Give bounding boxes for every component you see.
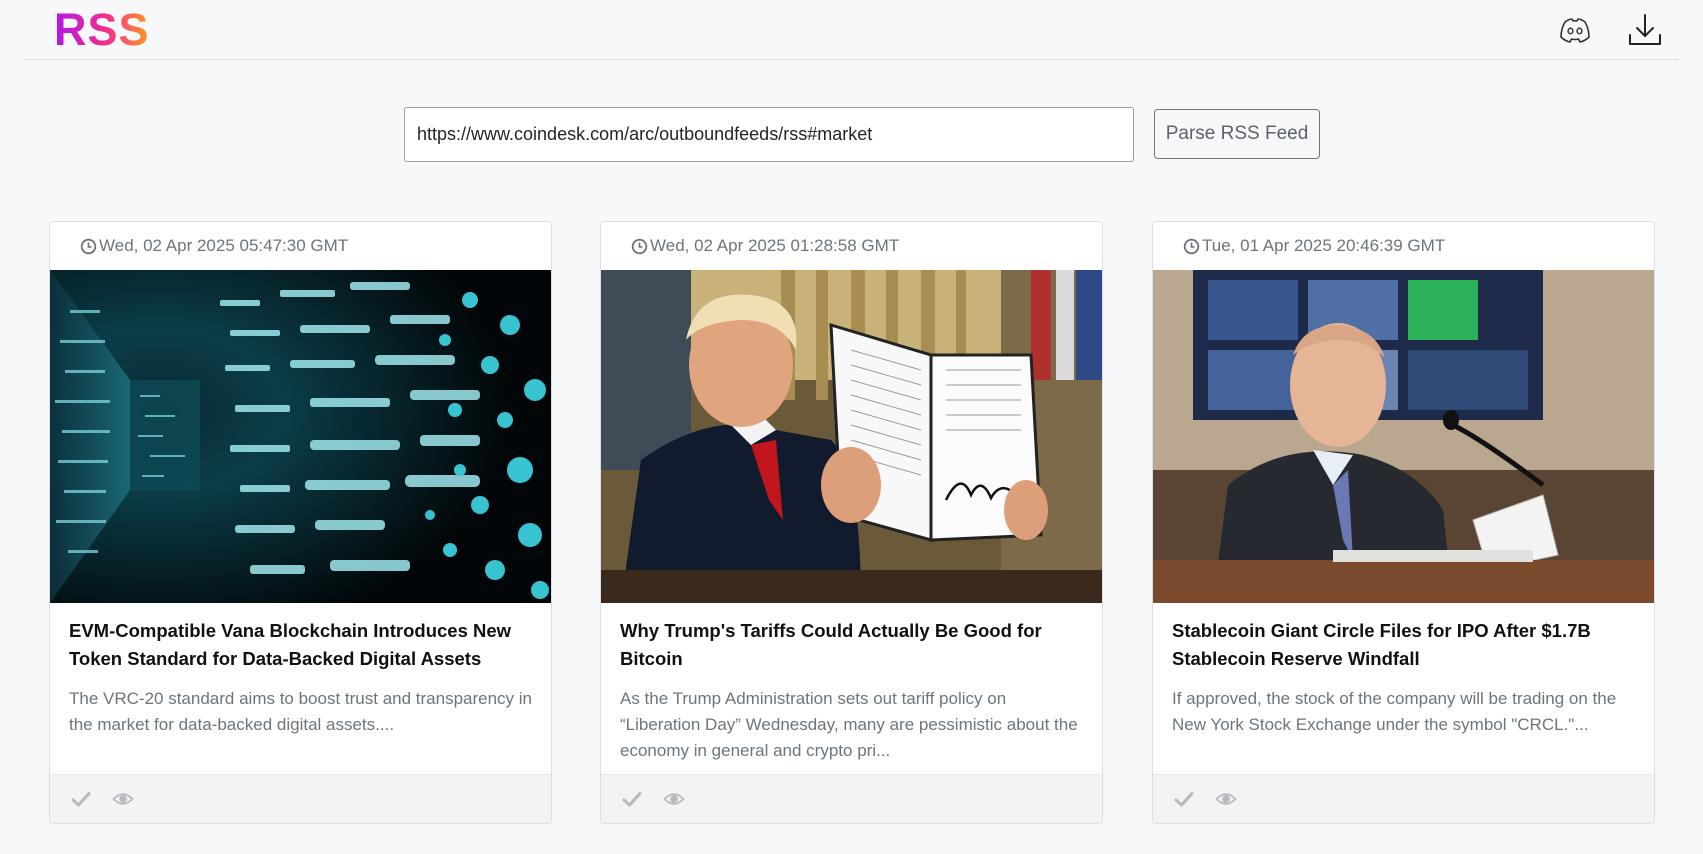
card-date-text: Tue, 01 Apr 2025 20:46:39 GMT <box>1202 236 1446 255</box>
check-icon[interactable] <box>70 788 92 810</box>
feed-card: Tue, 01 Apr 2025 20:46:39 GMT Stablecoin… <box>1152 221 1655 824</box>
clock-icon <box>631 238 648 254</box>
download-icon[interactable] <box>1625 10 1665 50</box>
parse-rss-feed-button[interactable]: Parse RSS Feed <box>1154 109 1320 159</box>
card-date-text: Wed, 02 Apr 2025 05:47:30 GMT <box>99 236 349 255</box>
card-description: The VRC-20 standard aims to boost trust … <box>69 689 533 734</box>
card-description: If approved, the stock of the company wi… <box>1172 689 1617 734</box>
top-navbar: RSS <box>24 0 1679 60</box>
card-footer <box>601 774 1102 823</box>
card-date: Wed, 02 Apr 2025 01:28:58 GMT <box>631 235 899 257</box>
clock-icon <box>80 238 97 254</box>
card-date: Wed, 02 Apr 2025 05:47:30 GMT <box>80 235 348 257</box>
rss-url-input[interactable] <box>404 107 1134 162</box>
check-icon[interactable] <box>1173 788 1195 810</box>
card-footer <box>1153 774 1654 823</box>
card-title-link[interactable]: EVM-Compatible Vana Blockchain Introduce… <box>69 617 529 673</box>
card-date-text: Wed, 02 Apr 2025 01:28:58 GMT <box>650 236 900 255</box>
card-date: Tue, 01 Apr 2025 20:46:39 GMT <box>1183 235 1445 257</box>
card-description: As the Trump Administration sets out tar… <box>620 689 1078 760</box>
card-footer <box>50 774 551 823</box>
card-title-link[interactable]: Why Trump's Tariffs Could Actually Be Go… <box>620 617 1080 673</box>
rss-logo[interactable]: RSS <box>54 4 150 56</box>
clock-icon <box>1183 238 1200 254</box>
eye-icon[interactable] <box>1215 788 1237 810</box>
eye-icon[interactable] <box>112 788 134 810</box>
feed-card: Wed, 02 Apr 2025 05:47:30 GMT EVM-Compat… <box>49 221 552 824</box>
check-icon[interactable] <box>621 788 643 810</box>
card-image-man-holding-signed-document[interactable] <box>601 270 1102 603</box>
card-image-digital-data-tunnel[interactable] <box>50 270 551 603</box>
discord-icon[interactable] <box>1555 10 1595 50</box>
eye-icon[interactable] <box>663 788 685 810</box>
card-image-man-testifying-at-hearing[interactable] <box>1153 270 1654 603</box>
rss-reader-app: RSS Parse RSS Feed Wed, 02 Apr 202 <box>0 0 1703 854</box>
card-title-link[interactable]: Stablecoin Giant Circle Files for IPO Af… <box>1172 617 1632 673</box>
feed-card: Wed, 02 Apr 2025 01:28:58 GMT Why Trump'… <box>600 221 1103 824</box>
